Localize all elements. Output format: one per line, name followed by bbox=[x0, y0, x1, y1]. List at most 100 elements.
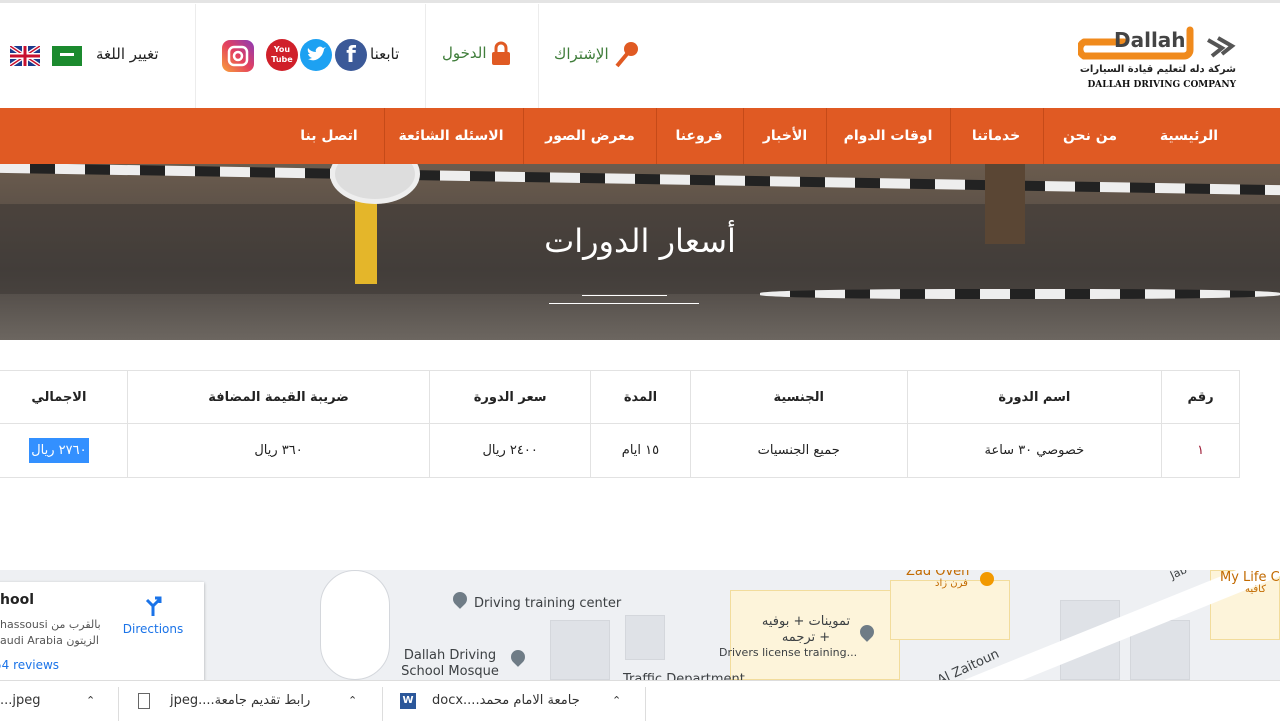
selected-total-text: ٢٧٦٠ ريال bbox=[29, 438, 89, 463]
divider bbox=[382, 687, 383, 721]
directions-icon bbox=[145, 596, 162, 616]
nav-about[interactable]: من نحن bbox=[1063, 108, 1117, 164]
nav-contact[interactable]: اتصل بنا bbox=[300, 108, 357, 164]
subscribe-label: الإشتراك bbox=[554, 45, 609, 63]
chevron-up-icon[interactable]: ⌃ bbox=[348, 681, 357, 721]
divider bbox=[538, 4, 539, 108]
chevron-up-icon[interactable]: ⌃ bbox=[86, 681, 95, 721]
nav-separator bbox=[950, 108, 951, 164]
main-nav: الرئيسية من نحن خدماتنا اوقات الدوام الأ… bbox=[0, 108, 1280, 164]
page-title: أسعار الدورات bbox=[544, 222, 736, 260]
map-label: Drivers license training... bbox=[719, 646, 858, 659]
cell-nationality: جميع الجنسيات bbox=[689, 424, 907, 477]
restaurant-pin-icon bbox=[980, 572, 994, 586]
logo[interactable]: Dallah شركة دله لتعليم قيادة السيارات DA… bbox=[1076, 26, 1238, 94]
nav-gallery[interactable]: معرض الصور bbox=[545, 108, 635, 164]
hero-kerb bbox=[760, 289, 1280, 299]
header-total: الاجمالي bbox=[31, 389, 87, 405]
map-street-label: Jab bbox=[1168, 570, 1189, 582]
map-label: تموينات + بوفيه + ترجمه bbox=[761, 614, 851, 645]
map-block bbox=[550, 620, 610, 680]
key-icon bbox=[615, 42, 638, 68]
download-item[interactable]: ...jpeg ⌃ bbox=[0, 681, 110, 721]
divider bbox=[645, 687, 646, 721]
download-filename: جامعة الامام محمد....docx bbox=[432, 693, 580, 708]
divider bbox=[425, 4, 426, 108]
map-label: فرن زاد bbox=[935, 578, 968, 589]
map-label: Traffic Department bbox=[623, 672, 745, 680]
nav-separator bbox=[384, 108, 385, 164]
nav-separator bbox=[826, 108, 827, 164]
follow-label: تابعنا bbox=[370, 45, 400, 63]
nav-news[interactable]: الأخبار bbox=[763, 108, 807, 164]
hero-sign bbox=[330, 164, 420, 204]
download-bar: ...jpeg ⌃ رابط تقديم جامعة....jpeg ⌃ W ج… bbox=[0, 680, 1280, 721]
youtube-icon[interactable]: You Tube bbox=[266, 39, 298, 71]
subscribe-link[interactable]: الإشتراك bbox=[554, 40, 639, 68]
directions-label: Directions bbox=[122, 622, 184, 636]
header-course-name: اسم الدورة bbox=[906, 371, 1162, 423]
instagram-icon[interactable] bbox=[222, 40, 254, 72]
reviews-link[interactable]: 54 reviews bbox=[0, 658, 59, 672]
download-filename: ...jpeg bbox=[0, 693, 41, 708]
download-item[interactable]: W جامعة الامام محمد....docx ⌃ bbox=[400, 681, 640, 721]
english-flag-icon[interactable] bbox=[10, 46, 40, 66]
map-info-card: hool بالقرب من hassousi الزيتون audi Ara… bbox=[0, 582, 204, 680]
header-number: رقم bbox=[1161, 371, 1239, 423]
logo-arabic-tagline: شركة دله لتعليم قيادة السيارات bbox=[1079, 64, 1236, 75]
map-pin-icon bbox=[450, 589, 470, 609]
facebook-icon[interactable]: f bbox=[335, 39, 367, 71]
login-link[interactable]: الدخول bbox=[442, 40, 511, 66]
nav-faq[interactable]: الاسئله الشائعة bbox=[399, 108, 504, 164]
cell-total: ٢٧٦٠ ريال bbox=[0, 424, 127, 477]
download-item[interactable]: رابط تقديم جامعة....jpeg ⌃ bbox=[138, 681, 378, 721]
arabic-flag-icon[interactable] bbox=[52, 46, 82, 66]
cell-course-price: ٢٤٠٠ ريال bbox=[429, 424, 590, 477]
cell-duration: ١٥ ايام bbox=[590, 424, 690, 477]
map-embed[interactable]: Driving training center Dallah Driving S… bbox=[0, 570, 1280, 680]
nav-branches[interactable]: فروعنا bbox=[675, 108, 722, 164]
table-row: ١ خصوصي ٣٠ ساعة جميع الجنسيات ١٥ ايام ٢٤… bbox=[0, 424, 1239, 477]
lock-icon bbox=[491, 41, 510, 65]
header-duration: المدة bbox=[590, 371, 690, 423]
nav-separator bbox=[523, 108, 524, 164]
title-underline bbox=[582, 295, 667, 296]
map-pin-icon bbox=[508, 647, 528, 667]
map-block bbox=[890, 580, 1010, 640]
map-label: Driving training center bbox=[474, 596, 622, 611]
hero-kerb bbox=[0, 164, 1280, 196]
place-title: hool bbox=[0, 592, 35, 608]
map-roundabout bbox=[320, 570, 390, 680]
login-label: الدخول bbox=[442, 44, 487, 62]
cell-vat: ٣٦٠ ريال bbox=[126, 424, 430, 477]
nav-home[interactable]: الرئيسية bbox=[1160, 108, 1218, 164]
twitter-icon[interactable] bbox=[300, 39, 332, 71]
download-filename: رابط تقديم جامعة....jpeg bbox=[170, 693, 311, 708]
chevron-up-icon[interactable]: ⌃ bbox=[612, 681, 621, 721]
map-label: Dallah Driving School Mosque bbox=[401, 648, 499, 679]
cell-number: ١ bbox=[1161, 424, 1239, 477]
nav-working-hours[interactable]: اوقات الدوام bbox=[844, 108, 933, 164]
image-file-icon bbox=[138, 693, 150, 709]
divider bbox=[118, 687, 119, 721]
place-address: بالقرب من hassousi bbox=[0, 618, 101, 631]
divider bbox=[195, 4, 196, 108]
header-vat: ضريبة القيمة المضافة bbox=[126, 371, 430, 423]
header-nationality: الجنسية bbox=[689, 371, 907, 423]
prices-table: رقم اسم الدورة الجنسية المدة سعر الدورة … bbox=[0, 370, 1240, 478]
map-label: My Life C bbox=[1220, 570, 1280, 585]
nav-separator bbox=[656, 108, 657, 164]
top-border bbox=[0, 0, 1280, 3]
logo-english-tagline: DALLAH DRIVING COMPANY bbox=[1087, 80, 1236, 90]
header-course-price: سعر الدورة bbox=[429, 371, 590, 423]
map-label: كافيه bbox=[1245, 584, 1266, 595]
map-block bbox=[625, 615, 665, 660]
nav-separator bbox=[743, 108, 744, 164]
directions-button[interactable]: Directions bbox=[118, 594, 188, 636]
change-language-label: تغيير اللغة bbox=[96, 45, 159, 63]
logo-brand-text: Dallah bbox=[1114, 28, 1186, 52]
nav-services[interactable]: خدماتنا bbox=[972, 108, 1020, 164]
word-file-icon: W bbox=[400, 693, 416, 709]
table-header-row: رقم اسم الدورة الجنسية المدة سعر الدورة … bbox=[0, 371, 1239, 424]
place-address: الزيتون audi Arabia bbox=[0, 634, 99, 647]
